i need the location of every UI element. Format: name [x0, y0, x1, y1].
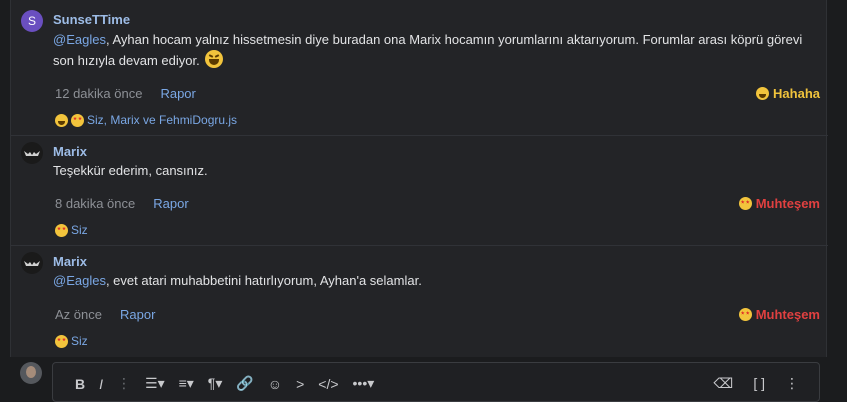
link-button[interactable]: 🔗 [236, 375, 253, 392]
author-name[interactable]: SunseTTime [53, 12, 130, 27]
report-link[interactable]: Rapor [153, 196, 188, 211]
avatar[interactable]: S [21, 10, 43, 32]
laugh-emoji-icon [756, 87, 770, 100]
reaction-label: Muhteşem [755, 196, 820, 211]
clear-format-button[interactable]: ⌫ [714, 375, 734, 392]
avatar[interactable] [21, 252, 43, 274]
mention-link[interactable]: @Eagles [53, 273, 106, 288]
reply-editor[interactable]: B I ⋮ ☰▾ ≡▾ ¶▾ 🔗 ☺ > </> •••▾ ⌫ [ ] ⋮ [52, 362, 820, 402]
message: Marix @Eagles, evet atari muhabbetini ha… [11, 246, 828, 357]
message: S SunseTTime @Eagles, Ayhan hocam yalnız… [11, 0, 828, 136]
message-body: Teşekkür ederim, cansınız. [53, 160, 818, 181]
more-options-dropdown-button[interactable]: •••▾ [353, 375, 375, 392]
bbcode-toggle-button[interactable]: [ ] [753, 375, 765, 392]
reaction-label: Muhteşem [755, 307, 820, 322]
more-editor-options-button[interactable]: ⋮ [785, 375, 799, 392]
reaction-summary[interactable]: Siz [55, 223, 88, 237]
message-thread: S SunseTTime @Eagles, Ayhan hocam yalnız… [10, 0, 828, 357]
star-struck-emoji-icon [738, 308, 752, 321]
reaction-summary[interactable]: Siz, Marix ve FehmiDogru.js [55, 113, 237, 127]
bold-button[interactable]: B [75, 376, 85, 392]
star-struck-emoji-icon [55, 223, 68, 237]
code-button[interactable]: </> [318, 376, 338, 392]
mention-link[interactable]: @Eagles [53, 32, 106, 47]
editor-toolbar: B I ⋮ ☰▾ ≡▾ ¶▾ 🔗 ☺ > </> •••▾ [75, 375, 374, 392]
timestamp[interactable]: 8 dakika önce [55, 196, 135, 211]
more-text-options-button[interactable]: ⋮ [117, 375, 131, 392]
star-struck-emoji-icon [738, 197, 752, 210]
reaction-label: Hahaha [773, 86, 820, 101]
message-text: Teşekkür ederim, cansınız. [53, 163, 208, 178]
laugh-emoji-icon [55, 113, 68, 127]
message-meta: 8 dakika önce Rapor [55, 196, 189, 211]
reaction-button[interactable]: Muhteşem [738, 307, 820, 322]
author-name[interactable]: Marix [53, 254, 87, 269]
report-link[interactable]: Rapor [120, 307, 155, 322]
message-body: @Eagles, Ayhan hocam yalnız hissetmesin … [53, 29, 818, 71]
reactors-list: Siz [71, 223, 88, 237]
star-struck-emoji-icon [55, 334, 68, 348]
list-dropdown-button[interactable]: ☰▾ [145, 375, 165, 392]
report-link[interactable]: Rapor [160, 86, 195, 101]
bat-logo-icon [24, 151, 40, 156]
bat-logo-icon [24, 261, 40, 266]
quote-button[interactable]: > [296, 376, 304, 392]
paragraph-dropdown-button[interactable]: ¶▾ [208, 375, 223, 392]
message-body: @Eagles, evet atari muhabbetini hatırlıy… [53, 270, 818, 291]
editor-toolbar-right: ⌫ [ ] ⋮ [714, 375, 799, 392]
timestamp[interactable]: Az önce [55, 307, 102, 322]
message-text: , Ayhan hocam yalnız hissetmesin diye bu… [53, 32, 803, 68]
italic-button[interactable]: I [99, 376, 103, 392]
current-user-avatar[interactable] [20, 362, 42, 384]
emoji-button[interactable]: ☺ [268, 376, 282, 392]
reactors-list: Siz, Marix ve FehmiDogru.js [87, 113, 238, 127]
message: Marix Teşekkür ederim, cansınız. 8 dakik… [11, 136, 828, 246]
author-name[interactable]: Marix [53, 144, 87, 159]
timestamp[interactable]: 12 dakika önce [55, 86, 142, 101]
reaction-button[interactable]: Hahaha [756, 86, 820, 101]
reaction-button[interactable]: Muhteşem [738, 196, 820, 211]
avatar[interactable] [21, 142, 43, 164]
star-struck-emoji-icon [71, 113, 84, 127]
message-meta: Az önce Rapor [55, 307, 155, 322]
reaction-summary[interactable]: Siz [55, 334, 88, 348]
reactors-list: Siz [71, 334, 88, 348]
message-text: , evet atari muhabbetini hatırlıyorum, A… [105, 273, 422, 288]
message-meta: 12 dakika önce Rapor [55, 86, 196, 101]
grinning-emoji-icon [205, 50, 224, 68]
align-dropdown-button[interactable]: ≡▾ [179, 375, 194, 392]
